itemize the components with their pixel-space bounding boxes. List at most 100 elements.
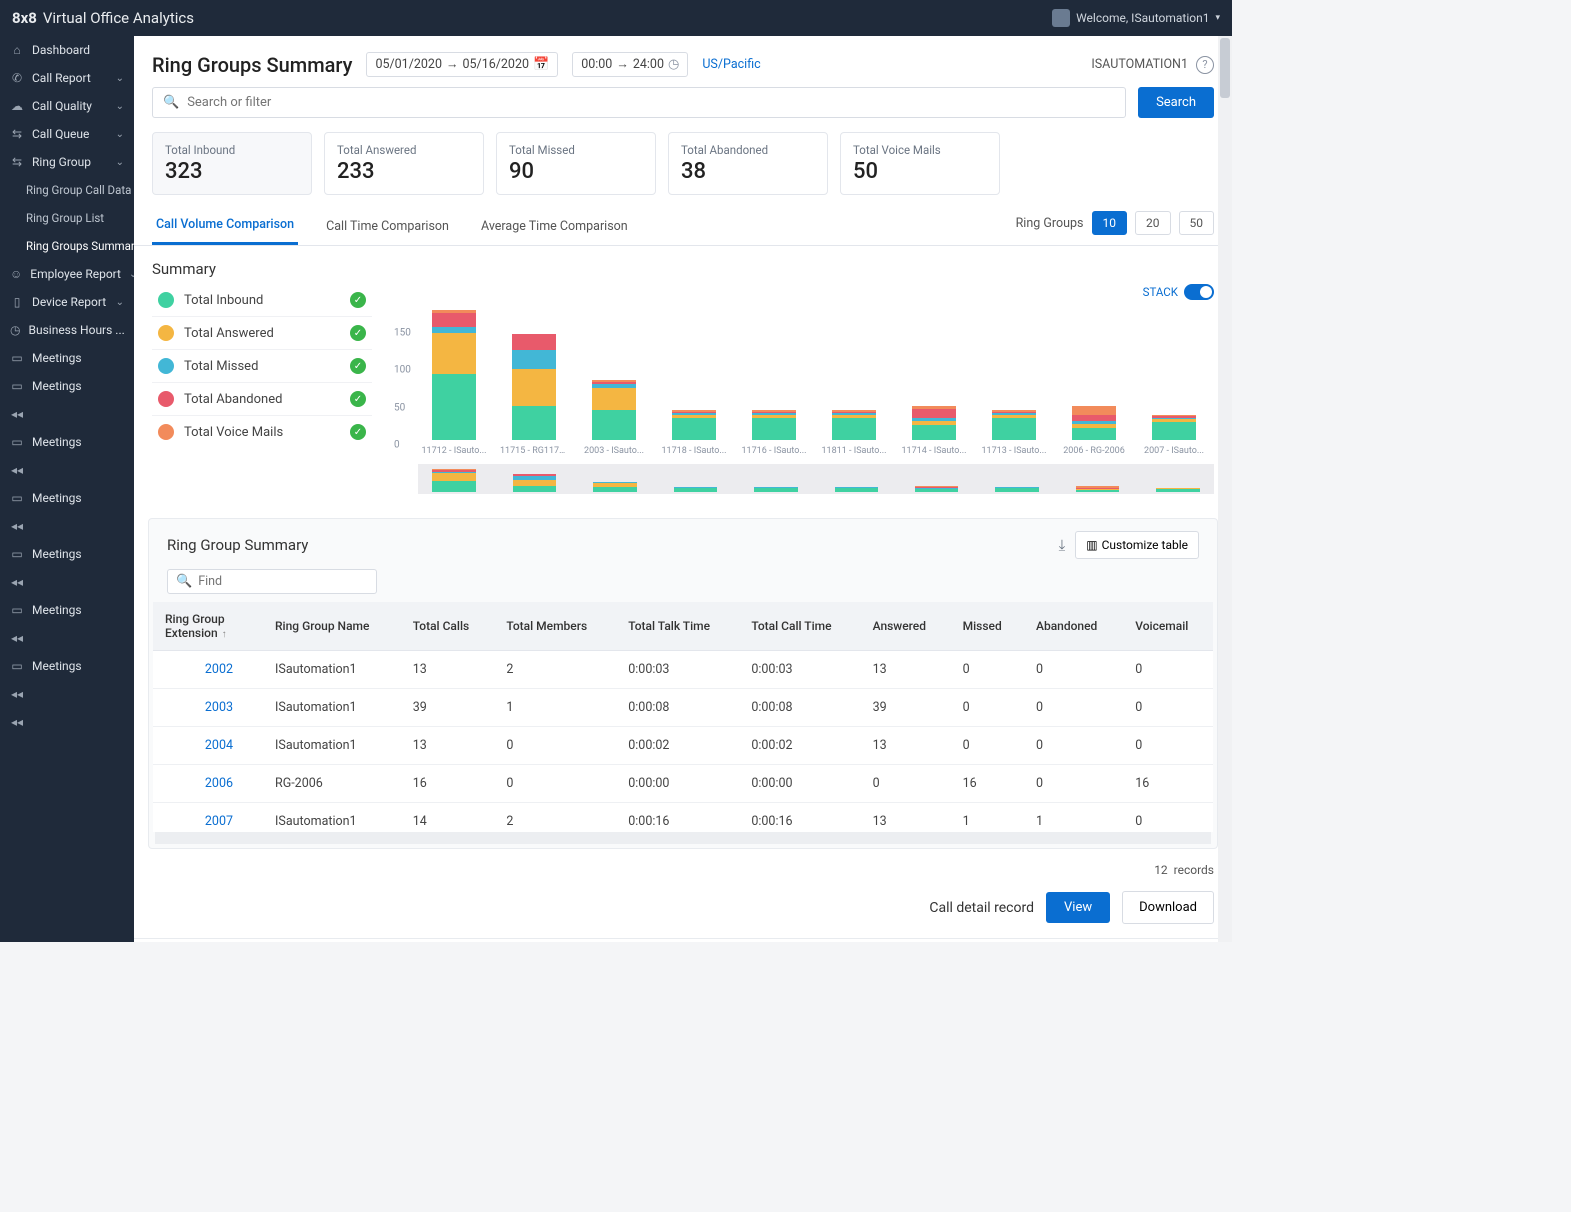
search-input[interactable] [187, 95, 1115, 110]
table-header[interactable]: Total Call Time [739, 602, 860, 651]
date-range-picker[interactable]: 05/01/2020 → 05/16/2020 📅 [366, 52, 558, 77]
tab[interactable]: Call Volume Comparison [152, 207, 298, 245]
x-axis-label: 11715 - RG11715 [500, 446, 568, 456]
account-label: ISAUTOMATION1 [1091, 57, 1188, 72]
sidebar-item[interactable]: ⇆Ring Group⌄ [0, 148, 134, 176]
vertical-scrollbar[interactable] [1218, 36, 1232, 942]
table-header[interactable]: Missed [951, 602, 1024, 651]
table-find-box[interactable]: 🔍 [167, 569, 377, 594]
user-welcome[interactable]: Welcome, ISautomation1 ▾ [1052, 9, 1220, 27]
extension-link[interactable]: 2007 [153, 803, 263, 833]
table-header[interactable]: Answered [861, 602, 951, 651]
chart-bar[interactable]: 11716 - ISauto... [738, 410, 810, 456]
download-icon[interactable]: ⤓ [1059, 536, 1066, 554]
sidebar-item[interactable]: ◂◂ [0, 400, 134, 428]
sidebar-item[interactable]: ⌂Dashboard [0, 36, 134, 64]
download-button[interactable]: Download [1122, 891, 1214, 924]
chart-bar[interactable]: 2006 - RG-2006 [1058, 406, 1130, 457]
table-header[interactable]: Ring Group Extension↑ [153, 602, 263, 651]
sidebar-item[interactable]: ✆Call Report⌄ [0, 64, 134, 92]
legend-item[interactable]: Total Missed✓ [152, 350, 372, 383]
timezone-link[interactable]: US/Pacific [702, 57, 760, 72]
legend-item[interactable]: Total Inbound✓ [152, 284, 372, 317]
table-header[interactable]: Voicemail [1123, 602, 1213, 651]
toggle-switch-icon[interactable] [1184, 284, 1214, 300]
chart-bar[interactable]: 11718 - ISauto... [658, 410, 730, 456]
nav-icon: ☺ [10, 267, 22, 281]
ring-group-count-option[interactable]: 20 [1135, 211, 1171, 235]
sidebar-item[interactable]: ▭Meetings [0, 596, 134, 624]
view-button[interactable]: View [1046, 892, 1110, 923]
table-header[interactable]: Total Members [494, 602, 616, 651]
table-header[interactable]: Total Talk Time [616, 602, 739, 651]
nav-icon: ◂◂ [10, 715, 24, 729]
sidebar-item[interactable]: ▯Device Report⌄ [0, 288, 134, 316]
sidebar-item[interactable]: ▭Meetings [0, 428, 134, 456]
sidebar-item[interactable]: ▭Meetings [0, 652, 134, 680]
stack-toggle[interactable]: STACK [1143, 284, 1214, 300]
search-button[interactable]: Search [1138, 87, 1214, 118]
chart-bar[interactable]: 11811 - ISauto... [818, 410, 890, 456]
sidebar-item[interactable]: ◂◂ [0, 680, 134, 708]
chart-bar[interactable]: 2003 - ISauto... [578, 380, 650, 456]
sidebar-item[interactable]: ◂◂ [0, 568, 134, 596]
summary-heading: Summary [134, 246, 1232, 284]
sidebar-item[interactable]: ◂◂ [0, 624, 134, 652]
horizontal-scrollbar[interactable] [155, 832, 1211, 844]
sidebar-item[interactable]: ☺Employee Report⌄ [0, 260, 134, 288]
table-header[interactable]: Ring Group Name [263, 602, 401, 651]
chart-bar[interactable]: 11715 - RG11715 [498, 334, 570, 457]
chart-bar[interactable]: 11714 - ISauto... [898, 406, 970, 457]
time-range-picker[interactable]: 00:00 → 24:00 ◷ [572, 52, 688, 77]
chart-bar[interactable]: 11712 - ISauto... [418, 310, 490, 457]
extension-link[interactable]: 2004 [153, 727, 263, 765]
sidebar-item[interactable]: ⇆Call Queue⌄ [0, 120, 134, 148]
extension-link[interactable]: 2006 [153, 765, 263, 803]
search-filter-box[interactable]: 🔍 [152, 87, 1126, 118]
sidebar-item[interactable]: ◷Business Hours ... [0, 316, 134, 344]
chart-bar[interactable]: 11713 - ISauto... [978, 410, 1050, 456]
nav-icon: ▭ [10, 491, 24, 505]
ring-group-count-option[interactable]: 50 [1179, 211, 1215, 235]
x-axis-label: 2007 - ISauto... [1144, 446, 1204, 456]
table-header[interactable]: Total Calls [401, 602, 495, 651]
extension-link[interactable]: 2002 [153, 651, 263, 689]
chart-bar[interactable]: 2007 - ISauto... [1138, 415, 1210, 457]
help-icon[interactable]: ? [1196, 56, 1214, 74]
columns-icon: ▥ [1086, 538, 1097, 552]
sidebar-item[interactable]: ▭Meetings [0, 484, 134, 512]
sidebar-item[interactable]: ☁Call Quality⌄ [0, 92, 134, 120]
sidebar-sub-item[interactable]: Ring Group Call Data [0, 176, 134, 204]
sidebar-item[interactable]: ◂◂ [0, 708, 134, 736]
extension-link[interactable]: 2003 [153, 689, 263, 727]
sidebar-sub-item[interactable]: Ring Groups Summary(beta) [0, 232, 134, 260]
legend-dot-icon [158, 358, 174, 374]
legend-item[interactable]: Total Abandoned✓ [152, 383, 372, 416]
sidebar-item[interactable]: ▭Meetings [0, 372, 134, 400]
nav-icon: ◂◂ [10, 631, 24, 645]
x-axis-label: 11714 - ISauto... [902, 446, 967, 456]
sidebar-item[interactable]: ▭Meetings [0, 540, 134, 568]
sidebar-item[interactable]: ▭Meetings [0, 344, 134, 372]
check-icon: ✓ [350, 292, 366, 308]
x-axis-label: 11712 - ISauto... [422, 446, 487, 456]
legend-item[interactable]: Total Voice Mails✓ [152, 416, 372, 448]
chevron-down-icon: ⌄ [116, 73, 124, 84]
ring-group-count-option[interactable]: 10 [1092, 211, 1128, 235]
tab[interactable]: Average Time Comparison [477, 209, 632, 244]
sidebar-sub-item[interactable]: Ring Group List [0, 204, 134, 232]
sidebar-item[interactable]: ◂◂ [0, 512, 134, 540]
legend-item[interactable]: Total Answered✓ [152, 317, 372, 350]
tab[interactable]: Call Time Comparison [322, 209, 453, 244]
table-header[interactable]: Abandoned [1024, 602, 1123, 651]
check-icon: ✓ [350, 358, 366, 374]
chart-overview-strip[interactable] [418, 464, 1214, 494]
nav-icon: ▭ [10, 379, 24, 393]
brand: 8x8 Virtual Office Analytics [12, 9, 194, 27]
nav-icon: ▭ [10, 351, 24, 365]
record-count: 12 records [1154, 863, 1214, 877]
sidebar-item[interactable]: ◂◂ [0, 456, 134, 484]
legend-dot-icon [158, 292, 174, 308]
customize-table-button[interactable]: ▥ Customize table [1075, 531, 1199, 559]
table-find-input[interactable] [198, 574, 368, 589]
